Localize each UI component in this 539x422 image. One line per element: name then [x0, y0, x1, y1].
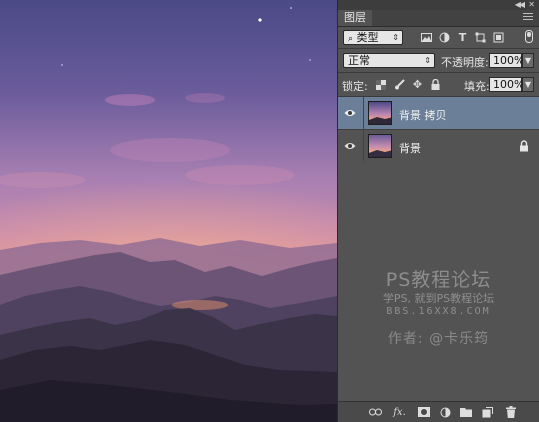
panel-title-strip: ◀◀ ✕	[338, 0, 539, 10]
chevron-updown-icon: ⇕	[392, 33, 399, 42]
search-icon: ⌕	[348, 34, 354, 44]
layer-row-background[interactable]: 背景	[338, 130, 539, 163]
watermark-slogan: 学PS, 就到PS教程论坛	[382, 292, 495, 305]
adjustment-icon[interactable]	[439, 406, 452, 418]
document-canvas[interactable]	[0, 0, 337, 422]
filter-toggle-icon[interactable]	[522, 30, 535, 43]
visibility-eye-icon[interactable]	[344, 108, 356, 118]
blend-mode-value: 正常	[348, 54, 370, 67]
lock-label: 锁定:	[342, 80, 368, 93]
blend-mode-select[interactable]: 正常 ⇕	[343, 53, 435, 68]
tab-layers[interactable]: 图层	[338, 10, 372, 26]
visibility-eye-icon[interactable]	[344, 141, 356, 151]
lock-row: 锁定: ✥ 填充: 100% ▼	[338, 74, 539, 94]
panel-bottom-toolbar: fx.	[338, 401, 539, 422]
filter-shape-icon[interactable]	[474, 31, 487, 44]
watermark-title: PS教程论坛	[385, 269, 492, 291]
layer-row-background-copy[interactable]: 背景 拷贝	[338, 97, 539, 130]
group-icon[interactable]	[459, 406, 472, 418]
divider	[338, 48, 539, 49]
fill-dropdown-icon[interactable]: ▼	[522, 77, 534, 92]
watermark-url: BBS.16XX8.COM	[386, 306, 491, 317]
filter-kind-select[interactable]: ⌕ 类型 ⇕	[343, 30, 403, 45]
lock-transparent-icon[interactable]	[374, 78, 387, 91]
fill-label: 填充:	[464, 80, 490, 93]
panel-menu-icon[interactable]	[523, 13, 533, 23]
fill-input[interactable]: 100%	[489, 77, 524, 92]
filter-row: ⌕ 类型 ⇕ T	[338, 28, 539, 47]
fx-icon[interactable]: fx.	[393, 406, 406, 418]
chevron-updown-icon: ⇕	[424, 56, 431, 65]
lock-all-icon[interactable]	[429, 78, 442, 91]
lock-position-icon[interactable]: ✥	[411, 78, 424, 91]
collapse-panel-icon[interactable]: ◀◀	[515, 0, 525, 10]
filter-smartobject-icon[interactable]	[492, 31, 505, 44]
opacity-label: 不透明度:	[441, 56, 489, 69]
mask-icon[interactable]	[417, 406, 430, 418]
layer-thumbnail	[368, 101, 392, 125]
watermark-author: 作者: @卡乐筠	[387, 331, 490, 347]
close-panel-icon[interactable]: ✕	[528, 0, 535, 10]
filter-pixel-icon[interactable]	[420, 31, 433, 44]
trash-icon[interactable]	[504, 406, 517, 418]
new-layer-icon[interactable]	[481, 406, 494, 418]
lock-icon	[520, 140, 528, 152]
panel-tabbar: 图层	[338, 10, 539, 27]
link-icon[interactable]	[369, 406, 382, 418]
divider	[338, 72, 539, 73]
layer-name[interactable]: 背景 拷贝	[399, 107, 447, 123]
lock-brush-icon[interactable]	[393, 78, 406, 91]
filter-type-icon[interactable]: T	[456, 31, 469, 44]
blend-row: 正常 ⇕ 不透明度: 100% ▼	[338, 50, 539, 70]
layers-panel: ◀◀ ✕ 图层 ⌕ 类型 ⇕ T 正常 ⇕ 不透明度: 100% ▼ 锁定: ✥…	[337, 0, 539, 422]
filter-kind-value: 类型	[356, 31, 379, 44]
layer-thumbnail	[368, 134, 392, 158]
opacity-input[interactable]: 100%	[489, 53, 524, 68]
landscape-photo	[0, 0, 337, 422]
filter-adjustment-icon[interactable]	[438, 31, 451, 44]
layer-name[interactable]: 背景	[399, 140, 421, 156]
opacity-dropdown-icon[interactable]: ▼	[522, 53, 534, 68]
